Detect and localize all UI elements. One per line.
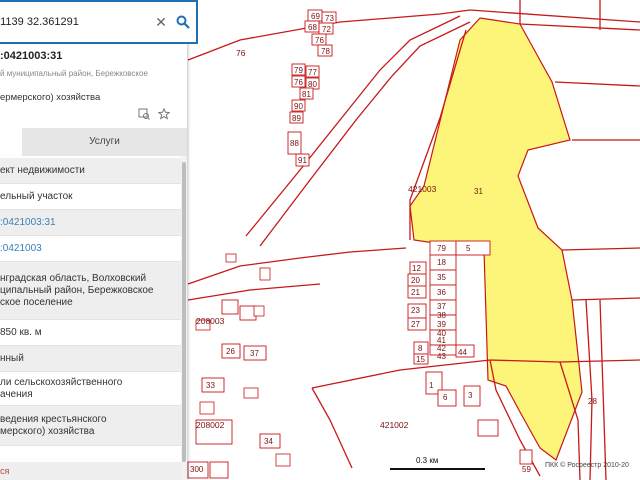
close-icon: ✕ xyxy=(155,13,167,30)
plot-label: 18 xyxy=(437,258,446,267)
plot-label: 12 xyxy=(412,264,421,273)
plot-label: 76 xyxy=(294,78,303,87)
detail-text: 850 кв. м xyxy=(0,327,42,338)
tab-bar: Услуги xyxy=(0,128,187,156)
search-icon xyxy=(176,15,190,29)
object-description: ермерского) хозяйства xyxy=(0,92,101,103)
detail-text: ское поселение xyxy=(0,297,73,308)
plot-label: 28 xyxy=(588,397,597,406)
detail-text: мерского) хозяйства xyxy=(0,426,95,437)
scale-bar: 0.3 км xyxy=(390,456,485,470)
plot-label: 37 xyxy=(250,349,259,358)
detail-row: нный xyxy=(0,346,187,372)
plot-label: 73 xyxy=(325,14,334,23)
detail-row: ли сельскохозяйственного ачения xyxy=(0,372,187,406)
zone-label-208002: 208002 xyxy=(196,420,225,430)
plot-label: 20 xyxy=(411,276,420,285)
plot-label: 37 xyxy=(437,302,446,311)
detail-text: ельный участок xyxy=(0,191,73,202)
plot-label: 34 xyxy=(264,437,273,446)
panel-footer-text[interactable]: ся xyxy=(0,462,181,480)
detail-text: нградская область, Волховский xyxy=(0,273,147,284)
scrollbar-thumb[interactable] xyxy=(182,162,186,462)
plot-label: 36 xyxy=(437,288,446,297)
plot-label: 6 xyxy=(443,393,448,402)
search-button[interactable] xyxy=(170,15,196,29)
detail-row: ект недвижимости xyxy=(0,158,187,184)
zoom-to-icon[interactable] xyxy=(138,108,150,120)
plot-label: 43 xyxy=(437,352,446,361)
plot-label: 91 xyxy=(298,156,307,165)
detail-text: ект недвижимости xyxy=(0,165,85,176)
plot-label: 90 xyxy=(294,102,303,111)
action-icons xyxy=(138,108,170,120)
plot-label: 44 xyxy=(458,348,467,357)
plot-label: 68 xyxy=(308,23,317,32)
plot-label: 300 xyxy=(190,465,204,474)
detail-row: ельный участок xyxy=(0,184,187,210)
plot-label: 81 xyxy=(302,90,311,99)
plot-label: 72 xyxy=(322,25,331,34)
plot-label: 79 xyxy=(437,244,446,253)
tab-services[interactable]: Услуги xyxy=(22,128,187,156)
object-subtitle: й муниципальный район, Бережковское xyxy=(0,69,148,78)
detail-link[interactable]: :0421003 xyxy=(0,243,187,255)
detail-row: :0421003 xyxy=(0,236,187,262)
detail-text: нный xyxy=(0,353,24,364)
plot-label: 76 xyxy=(315,36,324,45)
object-title: :0421003:31 xyxy=(0,50,63,62)
plot-label: 3 xyxy=(468,391,473,400)
plot-label: 69 xyxy=(311,12,320,21)
panel-footer[interactable]: ся xyxy=(0,462,181,480)
plot-label: 79 xyxy=(294,66,303,75)
search-bar[interactable]: 51139 32.361291 ✕ xyxy=(0,0,198,44)
info-panel: :0421003:31 й муниципальный район, Береж… xyxy=(0,0,187,480)
plot-label: 1 xyxy=(429,381,434,390)
plot-label: 89 xyxy=(292,114,301,123)
detail-row: 850 кв. м xyxy=(0,320,187,346)
detail-text: ципальный район, Бережковское xyxy=(0,285,154,296)
scale-line xyxy=(390,468,485,470)
zone-label-208003: 208003 xyxy=(196,316,225,326)
search-input[interactable]: 51139 32.361291 xyxy=(0,16,152,28)
panel-scrollbar[interactable] xyxy=(181,156,187,480)
zone-label-421002: 421002 xyxy=(380,420,409,430)
detail-row: нградская область, Волховский ципальный р… xyxy=(0,262,187,320)
detail-row: ведения крестьянского мерского) хозяйства xyxy=(0,406,187,446)
tab-info[interactable] xyxy=(0,128,22,156)
plot-label: 78 xyxy=(321,47,330,56)
details-list: ект недвижимости ельный участок :0421003:3… xyxy=(0,158,187,446)
plot-label: 21 xyxy=(411,288,420,297)
detail-row: :0421003:31 xyxy=(0,210,187,236)
plot-label: 80 xyxy=(308,80,317,89)
plot-label: 33 xyxy=(206,381,215,390)
plot-label: 27 xyxy=(411,320,420,329)
plot-label: 15 xyxy=(416,355,425,364)
plot-label: 38 xyxy=(437,311,446,320)
detail-link[interactable]: :0421003:31 xyxy=(0,217,187,229)
plot-label: 26 xyxy=(226,347,235,356)
plot-label: 39 xyxy=(437,320,446,329)
detail-text: ачения xyxy=(0,389,33,400)
plot-label: 8 xyxy=(418,344,423,353)
clear-search-button[interactable]: ✕ xyxy=(152,14,170,31)
zone-label-421003: 421003 xyxy=(408,184,437,194)
star-icon[interactable] xyxy=(158,108,170,120)
plot-label: 23 xyxy=(411,306,420,315)
detail-text: ли сельскохозяйственного xyxy=(0,377,123,388)
plot-label: 88 xyxy=(290,139,299,148)
zone-label-76: 76 xyxy=(236,48,246,58)
scale-label: 0.3 км xyxy=(416,456,439,465)
copyright-text: ПКК © Росреестр 2010-20 xyxy=(545,462,629,469)
highlighted-parcel-label: 31 xyxy=(474,187,483,196)
plot-label: 59 xyxy=(522,465,531,474)
detail-text: ведения крестьянского xyxy=(0,414,107,425)
plot-label: 35 xyxy=(437,273,446,282)
plot-label: 5 xyxy=(466,244,471,253)
plot-label: 77 xyxy=(308,68,317,77)
